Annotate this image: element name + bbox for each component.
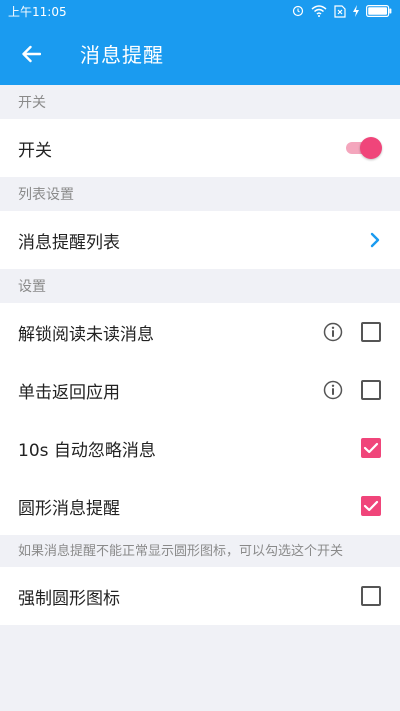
setting-label: 单击返回应用 — [18, 382, 120, 403]
checkbox-click-return[interactable] — [361, 380, 381, 400]
setting-row-unlock-read[interactable]: 解锁阅读未读消息 — [0, 303, 400, 361]
force-circle-note: 如果消息提醒不能正常显示圆形图标，可以勾选这个开关 — [0, 535, 400, 567]
status-icons — [292, 4, 392, 18]
charging-icon — [353, 5, 359, 17]
check-icon — [363, 500, 379, 512]
info-icon[interactable] — [323, 380, 343, 400]
setting-row-circle-reminder[interactable]: 圆形消息提醒 — [0, 477, 400, 535]
back-arrow-icon — [22, 45, 41, 62]
status-bar: 上午11:05 — [0, 0, 400, 22]
toggle-knob — [360, 137, 382, 159]
back-button[interactable] — [0, 22, 62, 85]
setting-label: 圆形消息提醒 — [18, 498, 120, 519]
section-header-settings: 设置 — [0, 269, 400, 303]
battery-icon — [366, 5, 392, 17]
settings-content: 开关 开关 列表设置 消息提醒列表 设置 解锁阅读未读消息 单击返回应用 10s… — [0, 85, 400, 625]
checkbox-circle-reminder[interactable] — [361, 496, 381, 516]
switch-row[interactable]: 开关 — [0, 119, 400, 177]
setting-label: 解锁阅读未读消息 — [18, 324, 154, 345]
setting-row-force-circle[interactable]: 强制圆形图标 — [0, 567, 400, 625]
checkbox-auto-ignore[interactable] — [361, 438, 381, 458]
chevron-right-icon — [370, 232, 380, 248]
page-title: 消息提醒 — [80, 43, 164, 67]
setting-row-click-return[interactable]: 单击返回应用 — [0, 361, 400, 419]
wifi-icon — [311, 5, 327, 17]
section-header-switch: 开关 — [0, 85, 400, 119]
status-time: 上午11:05 — [8, 4, 67, 19]
check-icon — [363, 442, 379, 454]
section-header-list: 列表设置 — [0, 177, 400, 211]
alarm-icon — [292, 5, 304, 17]
no-sim-icon — [334, 4, 346, 18]
list-settings-label: 消息提醒列表 — [18, 232, 120, 253]
checkbox-unlock-read[interactable] — [361, 322, 381, 342]
setting-label: 10s 自动忽略消息 — [18, 440, 156, 461]
info-icon[interactable] — [323, 322, 343, 342]
switch-label: 开关 — [18, 140, 52, 161]
setting-label: 强制圆形图标 — [18, 588, 120, 609]
app-bar: 消息提醒 — [0, 22, 400, 85]
checkbox-force-circle[interactable] — [361, 586, 381, 606]
list-settings-row[interactable]: 消息提醒列表 — [0, 211, 400, 269]
main-switch-toggle[interactable] — [342, 137, 382, 159]
setting-row-auto-ignore[interactable]: 10s 自动忽略消息 — [0, 419, 400, 477]
